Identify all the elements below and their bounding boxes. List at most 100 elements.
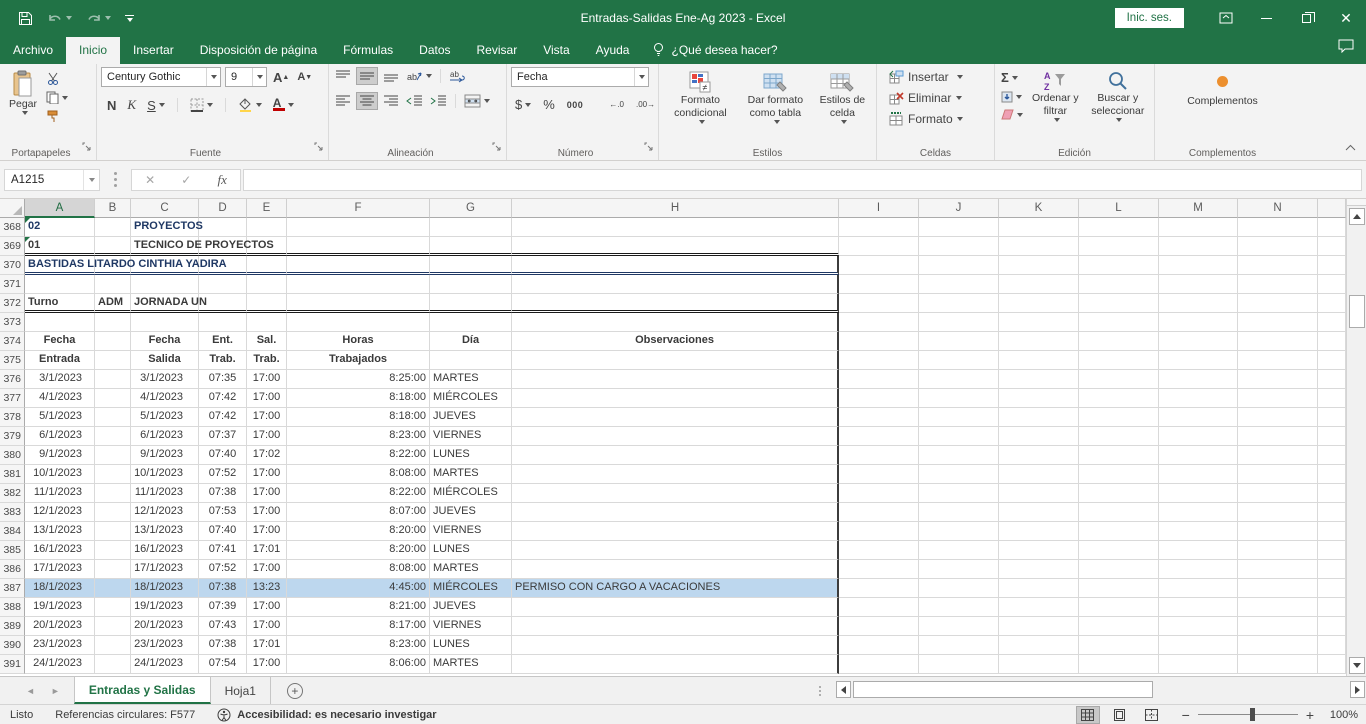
cell-x385[interactable] — [1318, 541, 1346, 560]
vertical-scrollbar[interactable] — [1346, 199, 1366, 676]
cell-K368[interactable] — [999, 218, 1079, 237]
cell-G374[interactable]: Día — [430, 332, 512, 351]
decrease-indent-icon[interactable] — [404, 93, 425, 109]
cell-A374[interactable]: Fecha — [25, 332, 95, 351]
ribbon-tab-inicio[interactable]: Inicio — [66, 37, 120, 64]
cell-K375[interactable] — [999, 351, 1079, 370]
close-button[interactable]: ✕ — [1326, 0, 1366, 36]
row-header-375[interactable]: 375 — [0, 351, 25, 370]
cell-I376[interactable] — [839, 370, 919, 389]
cell-I389[interactable] — [839, 617, 919, 636]
cell-K385[interactable] — [999, 541, 1079, 560]
horizontal-scrollbar[interactable] — [836, 681, 1346, 698]
cell-F384[interactable]: 8:20:00 — [287, 522, 430, 541]
cell-A372[interactable]: Turno — [25, 294, 95, 313]
cell-F376[interactable]: 8:25:00 — [287, 370, 430, 389]
cell-D385[interactable]: 07:41 — [199, 541, 247, 560]
cell-B374[interactable] — [95, 332, 131, 351]
cell-x383[interactable] — [1318, 503, 1346, 522]
cell-E377[interactable]: 17:00 — [247, 389, 287, 408]
cell-E375[interactable]: Trab. — [247, 351, 287, 370]
cell-C376[interactable]: 3/1/2023 — [131, 370, 199, 389]
cell-x369[interactable] — [1318, 237, 1346, 256]
cell-C391[interactable]: 24/1/2023 — [131, 655, 199, 674]
tab-scroll-splitter[interactable] — [818, 684, 822, 698]
cell-K376[interactable] — [999, 370, 1079, 389]
cell-L383[interactable] — [1079, 503, 1159, 522]
cell-F391[interactable]: 8:06:00 — [287, 655, 430, 674]
zoom-level[interactable]: 100% — [1322, 709, 1358, 721]
orientation-icon[interactable]: ab — [404, 68, 434, 85]
cell-I386[interactable] — [839, 560, 919, 579]
cell-G386[interactable]: MARTES — [430, 560, 512, 579]
cell-x373[interactable] — [1318, 313, 1346, 332]
cell-M373[interactable] — [1159, 313, 1238, 332]
cell-x370[interactable] — [1318, 256, 1346, 275]
cell-C380[interactable]: 9/1/2023 — [131, 446, 199, 465]
column-header-F[interactable]: F — [287, 199, 430, 218]
row-header-368[interactable]: 368 — [0, 218, 25, 237]
cell-G372[interactable] — [430, 294, 512, 313]
cell-I385[interactable] — [839, 541, 919, 560]
cell-G384[interactable]: VIERNES — [430, 522, 512, 541]
row-header-390[interactable]: 390 — [0, 636, 25, 655]
cell-F377[interactable]: 8:18:00 — [287, 389, 430, 408]
cell-C389[interactable]: 20/1/2023 — [131, 617, 199, 636]
cell-K380[interactable] — [999, 446, 1079, 465]
tell-me-box[interactable]: ¿Qué desea hacer? — [642, 36, 787, 64]
scroll-up-icon[interactable] — [1349, 208, 1365, 225]
row-header-387[interactable]: 387 — [0, 579, 25, 598]
column-header-K[interactable]: K — [999, 199, 1079, 218]
cell-D389[interactable]: 07:43 — [199, 617, 247, 636]
cell-A378[interactable]: 5/1/2023 — [25, 408, 95, 427]
cell-D379[interactable]: 07:37 — [199, 427, 247, 446]
cell-E371[interactable] — [247, 275, 287, 294]
cell-E380[interactable]: 17:02 — [247, 446, 287, 465]
cell-E388[interactable]: 17:00 — [247, 598, 287, 617]
cell-H379[interactable] — [512, 427, 839, 446]
cell-M369[interactable] — [1159, 237, 1238, 256]
cell-B386[interactable] — [95, 560, 131, 579]
autosum-icon[interactable]: Σ — [999, 69, 1025, 86]
wrap-text-icon[interactable]: ab — [447, 68, 468, 85]
cell-F378[interactable]: 8:18:00 — [287, 408, 430, 427]
cell-F370[interactable] — [287, 256, 430, 275]
cell-x386[interactable] — [1318, 560, 1346, 579]
row-header-384[interactable]: 384 — [0, 522, 25, 541]
comma-format-icon[interactable]: 000 — [565, 99, 586, 111]
bold-button[interactable]: N — [105, 97, 118, 114]
cell-D374[interactable]: Ent. — [199, 332, 247, 351]
cell-N377[interactable] — [1238, 389, 1318, 408]
cell-L385[interactable] — [1079, 541, 1159, 560]
cell-K378[interactable] — [999, 408, 1079, 427]
cell-J382[interactable] — [919, 484, 999, 503]
cell-B369[interactable] — [95, 237, 131, 256]
grow-font-icon[interactable]: A▲ — [271, 69, 291, 86]
cell-F389[interactable]: 8:17:00 — [287, 617, 430, 636]
cell-L369[interactable] — [1079, 237, 1159, 256]
cell-styles-button[interactable]: Estilos de celda — [813, 67, 872, 127]
cell-H369[interactable] — [512, 237, 839, 256]
cell-J379[interactable] — [919, 427, 999, 446]
cell-J377[interactable] — [919, 389, 999, 408]
cell-L381[interactable] — [1079, 465, 1159, 484]
comments-icon[interactable] — [1338, 39, 1354, 58]
row-header-389[interactable]: 389 — [0, 617, 25, 636]
cell-M386[interactable] — [1159, 560, 1238, 579]
cell-B384[interactable] — [95, 522, 131, 541]
cell-B385[interactable] — [95, 541, 131, 560]
cell-A385[interactable]: 16/1/2023 — [25, 541, 95, 560]
cell-K373[interactable] — [999, 313, 1079, 332]
cell-D390[interactable]: 07:38 — [199, 636, 247, 655]
ribbon-tab-fórmulas[interactable]: Fórmulas — [330, 37, 406, 64]
cell-L391[interactable] — [1079, 655, 1159, 674]
cell-G383[interactable]: JUEVES — [430, 503, 512, 522]
cell-L372[interactable] — [1079, 294, 1159, 313]
cell-D386[interactable]: 07:52 — [199, 560, 247, 579]
cell-F380[interactable]: 8:22:00 — [287, 446, 430, 465]
cell-L378[interactable] — [1079, 408, 1159, 427]
name-box-dropdown-icon[interactable] — [83, 170, 99, 190]
cell-J372[interactable] — [919, 294, 999, 313]
cell-E390[interactable]: 17:01 — [247, 636, 287, 655]
cell-A369[interactable]: 01 — [25, 237, 95, 256]
